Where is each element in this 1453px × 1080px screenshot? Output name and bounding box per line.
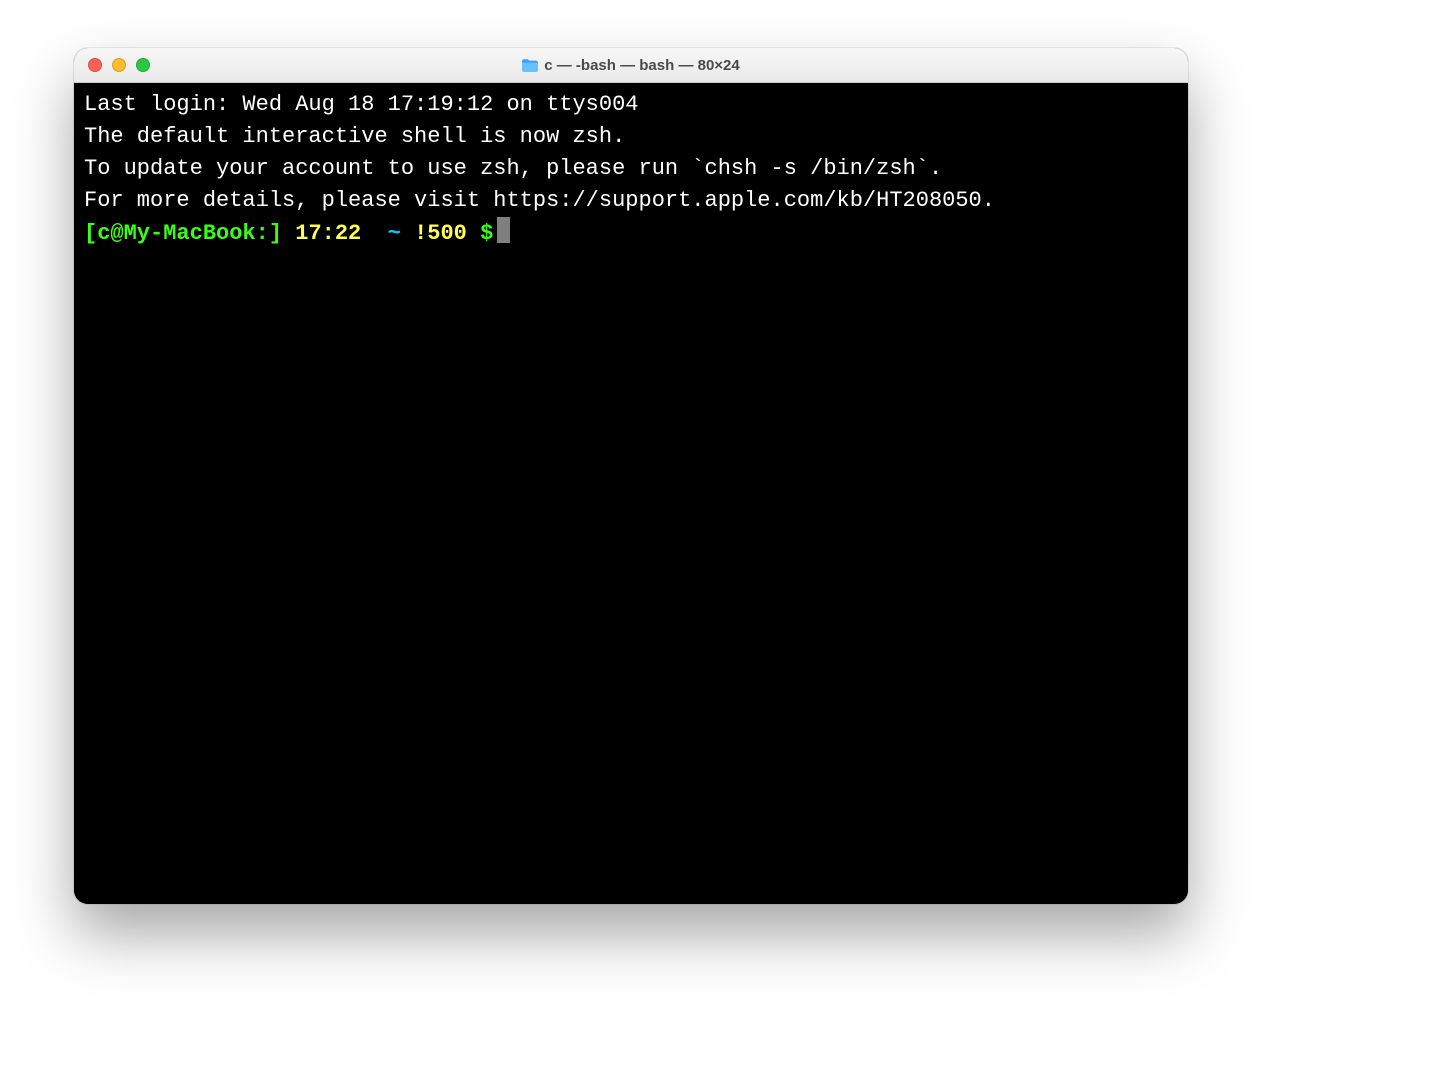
- cursor: [497, 217, 510, 243]
- prompt-time: 17:22: [295, 221, 361, 246]
- minimize-button[interactable]: [112, 58, 126, 72]
- output-line: The default interactive shell is now zsh…: [84, 121, 1178, 153]
- close-button[interactable]: [88, 58, 102, 72]
- terminal-body[interactable]: Last login: Wed Aug 18 17:19:12 on ttys0…: [74, 83, 1188, 904]
- title-center: c — -bash — bash — 80×24: [74, 57, 1188, 74]
- prompt-line: [c@My-MacBook:] 17:22 ~ !500 $: [84, 217, 1178, 250]
- window-title: c — -bash — bash — 80×24: [544, 57, 740, 74]
- terminal-window: c — -bash — bash — 80×24 Last login: Wed…: [74, 48, 1188, 904]
- prompt-user-host: [c@My-MacBook:]: [84, 221, 282, 246]
- output-line: For more details, please visit https://s…: [84, 185, 1178, 217]
- titlebar[interactable]: c — -bash — bash — 80×24: [74, 48, 1188, 83]
- output-line: To update your account to use zsh, pleas…: [84, 153, 1178, 185]
- output-line: Last login: Wed Aug 18 17:19:12 on ttys0…: [84, 89, 1178, 121]
- zoom-button[interactable]: [136, 58, 150, 72]
- prompt-history: !500: [414, 221, 467, 246]
- prompt-cwd: ~: [388, 221, 401, 246]
- home-folder-icon: [522, 59, 538, 72]
- prompt-sigil: $: [480, 221, 493, 246]
- traffic-lights: [74, 58, 150, 72]
